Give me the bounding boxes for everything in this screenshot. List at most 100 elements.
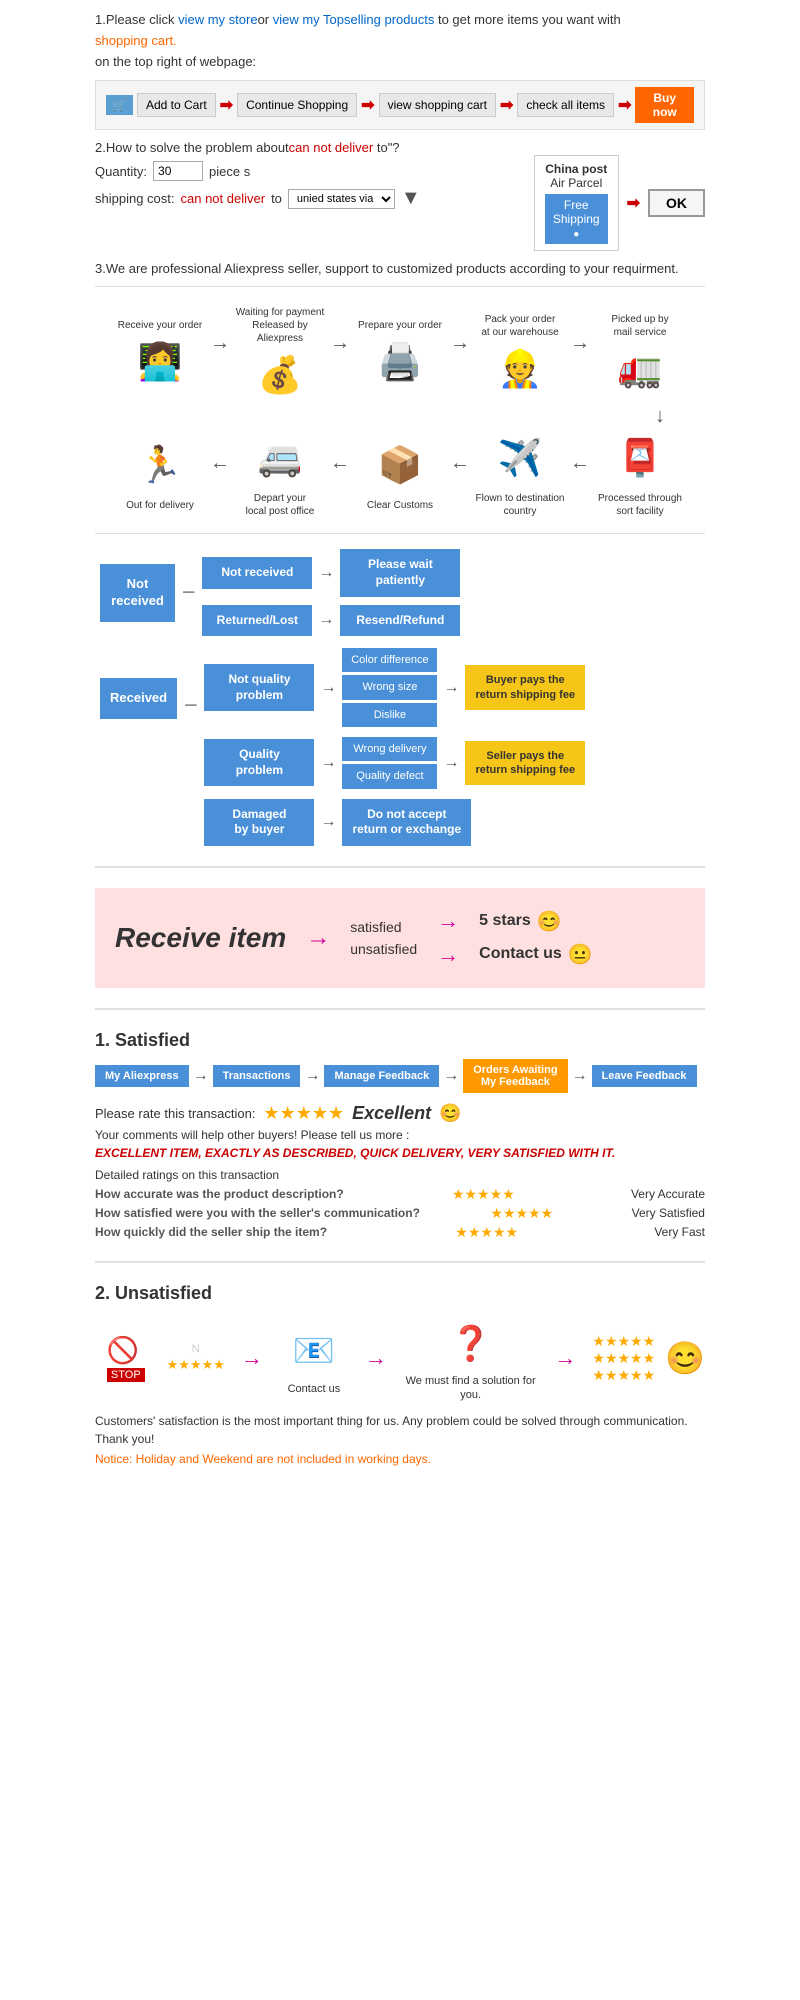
rating-stars-2: ★★★★★: [490, 1205, 553, 1222]
nav-orders-awaiting[interactable]: Orders AwaitingMy Feedback: [463, 1059, 567, 1093]
pf-item-4: Pack your orderat our warehouse 👷: [470, 309, 570, 399]
excellent-review-text: EXCELLENT ITEM, EXACTLY AS DESCRIBED, QU…: [95, 1146, 705, 1160]
nr-arr2: →: [318, 612, 334, 628]
unsat-img-3: ❓: [436, 1314, 506, 1374]
section1-intro: 1.Please click view my storeor view my T…: [95, 10, 705, 31]
rec-dmg-outcome: Do not acceptreturn or exchange: [342, 799, 471, 846]
process-row1: Receive your order 👩‍💻 → Waiting for pay…: [95, 302, 705, 405]
rating-q3: How quickly did the seller ship the item…: [95, 1225, 327, 1239]
pf-item-9: ✈️ Flown to destinationcountry: [470, 428, 570, 518]
unsat-stars-outcome: ★★★★★ ★★★★★ ★★★★★: [592, 1333, 655, 1384]
section2: 2.How to solve the problem aboutcan not …: [95, 140, 705, 251]
rating-q2: How satisfied were you with the seller's…: [95, 1206, 420, 1220]
excellent-label: Excellent: [352, 1103, 431, 1124]
qty-label: Quantity:: [95, 164, 147, 179]
rec-nqp: Not qualityproblem: [204, 664, 314, 711]
pf-icon-9: ✈️: [498, 428, 543, 488]
nav-my-aliexpress[interactable]: My Aliexpress: [95, 1065, 189, 1087]
pf-label-7: Depart yourlocal post office: [246, 492, 315, 518]
rec-qp-arr2: →: [443, 755, 459, 771]
nav-leave-feedback[interactable]: Leave Feedback: [592, 1065, 697, 1087]
rating-label-2: Very Satisfied: [632, 1206, 705, 1220]
unsat-stars-1: ★★★★★: [167, 1357, 225, 1373]
view-topselling-link[interactable]: view my Topselling products: [273, 12, 435, 27]
rating-stars-1: ★★★★★: [452, 1186, 515, 1203]
excellent-emoji: 😊: [439, 1103, 461, 1124]
unsat-arrow3: →: [554, 1345, 576, 1371]
cart-steps-bar: 🛒 Add to Cart ➡ Continue Shopping ➡ view…: [95, 80, 705, 130]
pf-label-9: Flown to destinationcountry: [476, 492, 565, 518]
section2-title: 2.How to solve the problem aboutcan not …: [95, 140, 705, 155]
pf-icon-7: 🚐: [258, 428, 303, 488]
rec-nqp-s2: Wrong size: [342, 675, 437, 699]
china-post-sub: Air Parcel: [550, 176, 602, 190]
continue-shopping-btn[interactable]: Continue Shopping: [237, 93, 357, 117]
rec-nqp-arr2: →: [443, 680, 459, 696]
rate-label: Please rate this transaction:: [95, 1106, 255, 1121]
rec-nqp-outcome: Buyer pays thereturn shipping fee: [465, 665, 585, 710]
view-shopping-cart-btn[interactable]: view shopping cart: [379, 93, 496, 117]
unsat-flow: 🚫 STOP N ★★★★★ → 📧 Contact us → ❓ We mu: [95, 1314, 705, 1403]
pf-icon-3: 🖨️: [378, 332, 423, 392]
unsatisfied-row: unsatisfied: [350, 941, 417, 957]
find-solution-label: We must find a solution for you.: [403, 1374, 538, 1403]
unsatisfied-title: 2. Unsatisfied: [95, 1283, 705, 1304]
pf-item-8: 📦 Clear Customs: [350, 435, 450, 512]
ok-button[interactable]: OK: [648, 189, 705, 217]
pf-label-3: Prepare your order: [358, 319, 442, 332]
view-store-link[interactable]: view my store: [178, 12, 257, 27]
unsat-img-1: 🚫 STOP: [95, 1328, 157, 1388]
add-to-cart-btn[interactable]: Add to Cart: [137, 93, 216, 117]
satisfied-section: 1. Satisfied My Aliexpress → Transaction…: [95, 1030, 705, 1241]
process-down-arrow: ↓: [655, 405, 665, 428]
nr-sub2: Returned/Lost: [202, 605, 312, 637]
pf-arr-6: ←: [330, 452, 350, 475]
unsat-arrow1: →: [241, 1345, 263, 1371]
nav-arr2: →: [304, 1068, 320, 1084]
pf-item-2: Waiting for paymentReleased by Aliexpres…: [230, 302, 330, 405]
pf-item-7: 🚐 Depart yourlocal post office: [230, 428, 330, 518]
nav-transactions[interactable]: Transactions: [213, 1065, 301, 1087]
receive-arrow: →: [306, 924, 330, 952]
nr-outcome2: Resend/Refund: [340, 605, 460, 637]
satisfied-row: satisfied: [350, 919, 417, 935]
comments-label: Your comments will help other buyers! Pl…: [95, 1128, 705, 1142]
shipping-via-dropdown[interactable]: unied states via: [288, 189, 395, 209]
flowchart-section: Notreceived ─ Not received → Please wait…: [100, 549, 700, 845]
unsatisfied-text: unsatisfied: [350, 941, 417, 957]
contact-result: Contact us 😐: [479, 942, 593, 967]
pf-label-8: Clear Customs: [367, 499, 433, 512]
nav-manage-feedback[interactable]: Manage Feedback: [324, 1065, 439, 1087]
buy-now-btn[interactable]: Buy now: [635, 87, 694, 123]
can-not-deliver-inline: can not deliver: [181, 191, 266, 206]
pf-label-1: Receive your order: [118, 319, 202, 332]
receive-item-title: Receive item: [115, 922, 286, 954]
pf-label-10: Processed throughsort facility: [598, 492, 682, 518]
pf-arr-3: →: [450, 332, 470, 355]
rec-dmg-arr: →: [320, 814, 336, 830]
pf-icon-10: 📮: [618, 428, 663, 488]
pf-item-1: Receive your order 👩‍💻: [110, 315, 210, 392]
section1: 1.Please click view my storeor view my T…: [95, 10, 705, 130]
unsatisfied-section: 2. Unsatisfied 🚫 STOP N ★★★★★ → 📧 Contac…: [95, 1283, 705, 1467]
can-not-deliver-text: can not deliver: [289, 140, 374, 155]
check-all-items-btn[interactable]: check all items: [517, 93, 614, 117]
rating-stars-3: ★★★★★: [455, 1224, 518, 1241]
rec-nqp-arr: →: [320, 680, 336, 696]
arrow-dropdown: ▼: [401, 187, 421, 210]
ratings-table: Detailed ratings on this transaction How…: [95, 1168, 705, 1241]
receive-item-section: Receive item → satisfied unsatisfied → →…: [95, 888, 705, 988]
pf-item-3: Prepare your order 🖨️: [350, 315, 450, 392]
rating-label-3: Very Fast: [654, 1225, 705, 1239]
pf-label-5: Picked up bymail service: [611, 313, 668, 339]
rec-qp-outcome: Seller pays thereturn shipping fee: [465, 741, 585, 786]
arrow-2: ➡: [361, 95, 374, 115]
pf-icon-4: 👷: [498, 339, 543, 399]
rec-dmg: Damagedby buyer: [204, 799, 314, 846]
pf-icon-8: 📦: [378, 435, 423, 495]
nr-arr1: →: [318, 565, 334, 581]
rating-row-1: How accurate was the product description…: [95, 1186, 705, 1203]
unsatisfied-smiley: 😐: [568, 942, 593, 967]
qty-input[interactable]: [153, 161, 203, 181]
shopping-cart-text: shopping cart.: [95, 33, 177, 48]
